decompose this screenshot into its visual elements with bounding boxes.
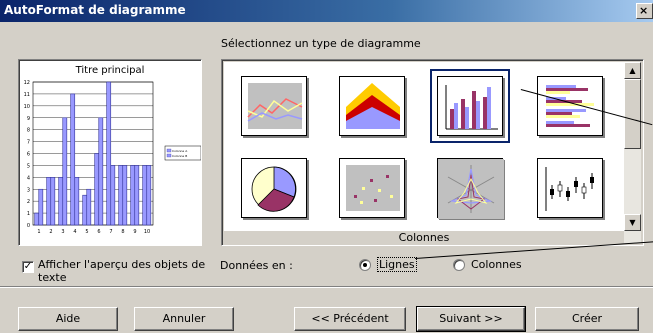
preview-y-tick: 9 [27, 116, 30, 122]
preview-legend-b: Colonne B [172, 154, 187, 158]
preview-x-tick: 8 [121, 229, 124, 235]
preview-bar [146, 165, 152, 226]
preview-bar [38, 188, 44, 226]
scroll-thumb[interactable] [624, 79, 641, 149]
type-xy[interactable] [339, 158, 405, 218]
separator [0, 286, 653, 288]
type-bars[interactable] [537, 76, 603, 136]
dialog-title: AutoFormat de diagramme [4, 3, 186, 17]
areas-chart-icon [346, 83, 400, 129]
show-text-checkbox[interactable]: ✓ [22, 261, 34, 273]
preview-x-tick: 9 [133, 229, 136, 235]
preview-legend-swatch-a [166, 148, 172, 153]
select-type-label: Sélectionnez un type de diagramme [221, 37, 421, 50]
preview-y-tick: 12 [24, 80, 30, 86]
cancel-button[interactable]: Annuler [134, 307, 234, 331]
preview-bar [74, 177, 80, 226]
preview-bar [50, 177, 56, 226]
preview-y-tick: 8 [27, 128, 30, 134]
autoformat-dialog: AutoFormat de diagramme × Sélectionnez u… [0, 0, 653, 333]
gallery-list [224, 62, 624, 231]
preview-bar [70, 93, 76, 226]
preview-y-tick: 6 [27, 152, 30, 158]
bars-chart-icon [546, 85, 594, 127]
stock-chart-icon [545, 167, 594, 211]
preview-x-tick: 6 [97, 229, 100, 235]
pie-chart-icon [251, 166, 297, 212]
type-areas[interactable] [339, 76, 405, 136]
chart-type-gallery: Colonnes ▲ ▼ [221, 59, 644, 246]
lines-chart-icon [247, 83, 303, 129]
preview-y-tick: 7 [27, 140, 30, 146]
preview-bar [86, 188, 92, 226]
scatter-chart-icon [346, 165, 400, 211]
type-lines[interactable] [241, 76, 307, 136]
scroll-down-icon[interactable]: ▼ [624, 214, 641, 231]
preview-bar [82, 194, 88, 226]
preview-x-tick: 1 [37, 229, 40, 235]
preview-bar [94, 153, 100, 226]
preview-bar [46, 177, 52, 226]
preview-bar [118, 165, 124, 226]
preview-bar [134, 165, 140, 226]
preview-bar [34, 212, 40, 226]
preview-y-tick: 4 [27, 175, 30, 181]
preview-x-tick: 10 [144, 229, 150, 235]
preview-bar [106, 81, 112, 226]
previous-button[interactable]: << Précédent [294, 307, 406, 331]
radio-columns-label[interactable]: Colonnes [471, 258, 522, 271]
preview-y-tick: 1 [27, 211, 30, 217]
preview-y-tick: 0 [27, 223, 30, 229]
gallery-selected-caption: Colonnes [224, 231, 624, 245]
columns-chart-icon [445, 85, 498, 130]
preview-legend-a: Colonne A [172, 149, 188, 153]
preview-bar [142, 165, 148, 226]
preview-y-tick: 5 [27, 163, 30, 169]
title-bar: AutoFormat de diagramme × [0, 0, 653, 22]
preview-x-tick: 4 [73, 229, 76, 235]
chart-preview: Titre principal 0 1 2 3 4 5 6 7 8 9 10 11 12 1234567… [18, 59, 202, 246]
radio-columns[interactable] [453, 259, 465, 271]
preview-title: Titre principal [75, 65, 145, 76]
gallery-scrollbar[interactable]: ▲ ▼ [624, 62, 641, 243]
preview-y-tick: 10 [24, 104, 30, 110]
preview-x-tick: 7 [109, 229, 112, 235]
show-text-label: Afficher l'aperçu des objets de texte [38, 258, 206, 284]
preview-y-tick: 11 [24, 92, 30, 98]
type-net[interactable] [437, 158, 504, 219]
preview-bar [122, 165, 128, 226]
type-pie[interactable] [241, 158, 307, 218]
create-button[interactable]: Créer [535, 307, 639, 331]
preview-bar [110, 165, 116, 226]
preview-bar [130, 165, 136, 226]
net-chart-icon [438, 159, 504, 219]
preview-y-tick: 2 [27, 199, 30, 205]
preview-bar [62, 117, 68, 226]
help-button[interactable]: Aide [18, 307, 118, 331]
preview-chart: Titre principal 0123456789101112 1234567… [24, 65, 202, 235]
preview-x-tick: 3 [61, 229, 64, 235]
radio-rows-label[interactable]: Lignes [377, 257, 417, 272]
preview-x-tick: 2 [49, 229, 52, 235]
next-button[interactable]: Suivant >> [416, 306, 526, 332]
radio-rows[interactable] [359, 259, 371, 271]
preview-x-tick: 5 [85, 229, 88, 235]
data-in-label: Données en : [220, 259, 293, 272]
preview-legend-swatch-b [166, 153, 172, 158]
close-button[interactable]: × [636, 3, 653, 19]
type-columns[interactable] [430, 69, 510, 143]
scroll-up-icon[interactable]: ▲ [624, 62, 641, 79]
type-stock[interactable] [537, 158, 603, 218]
preview-bar [58, 177, 64, 226]
preview-y-tick: 3 [27, 187, 30, 193]
preview-bar [98, 117, 104, 226]
